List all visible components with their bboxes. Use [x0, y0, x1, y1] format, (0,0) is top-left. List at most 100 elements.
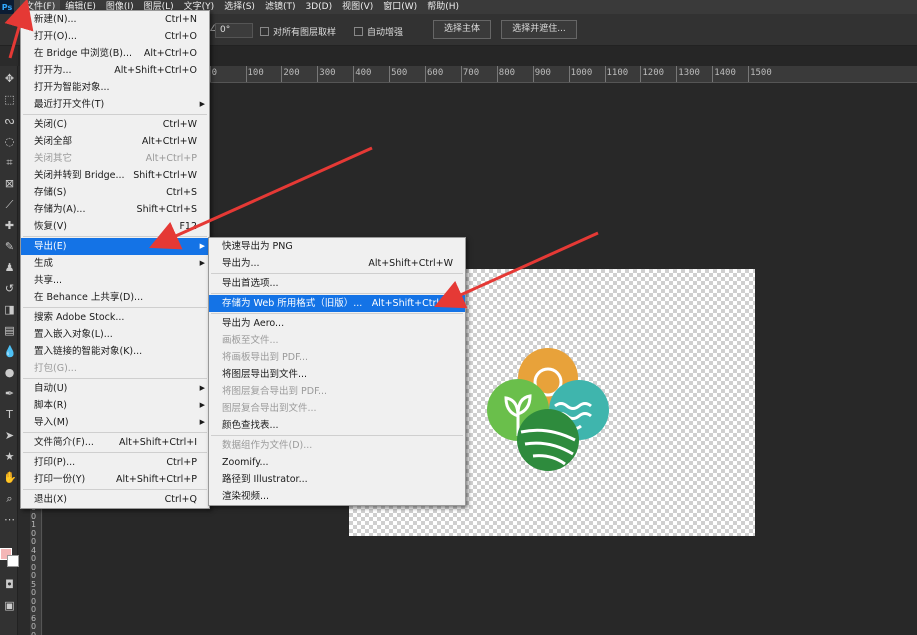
menubar-item[interactable]: 窗口(W): [378, 0, 422, 14]
file-menu-item[interactable]: 导入(M) ▶: [21, 414, 209, 431]
file-menu-item[interactable]: 打开为... Alt+Shift+Ctrl+O: [21, 62, 209, 79]
ruler-tick-label: 500: [391, 68, 408, 78]
menubar-item[interactable]: 视图(V): [337, 0, 378, 14]
export-menu-item[interactable]: 存储为 Web 所用格式（旧版）... Alt+Shift+Ctrl+S: [209, 295, 465, 312]
ruler-tick-label: 400: [355, 68, 372, 78]
blur-tool-icon[interactable]: 💧: [3, 345, 17, 358]
file-menu-item[interactable]: 置入嵌入对象(L)...: [21, 326, 209, 343]
gradient-tool-icon[interactable]: ▤: [3, 324, 16, 337]
file-menu-item[interactable]: 最近打开文件(T) ▶: [21, 96, 209, 113]
ruler-tick-line: [425, 66, 426, 82]
select-and-mask-button[interactable]: 选择并遮住...: [501, 20, 577, 39]
export-menu-item[interactable]: 路径到 Illustrator...: [209, 471, 465, 488]
sample-all-layers-checkbox[interactable]: 对所有图层取样: [260, 25, 336, 38]
menubar-item[interactable]: 滤镜(T): [260, 0, 301, 14]
checkbox-box[interactable]: [260, 27, 269, 36]
file-menu-item[interactable]: 共享...: [21, 272, 209, 289]
file-menu-item[interactable]: 自动(U) ▶: [21, 380, 209, 397]
screen-mode-icon[interactable]: ▣: [3, 599, 16, 612]
stamp-tool-icon[interactable]: ♟: [3, 261, 16, 274]
photoshop-logo-icon[interactable]: Ps: [0, 0, 14, 14]
file-menu-item[interactable]: 存储(S) Ctrl+S: [21, 184, 209, 201]
ruler-tick-line: [676, 66, 678, 82]
menu-separator: [23, 307, 207, 308]
file-menu-item[interactable]: 打印(P)... Ctrl+P: [21, 454, 209, 471]
menu-item-label: 文件简介(F)...: [34, 437, 94, 448]
file-menu-item[interactable]: 打开为智能对象...: [21, 79, 209, 96]
export-menu-item[interactable]: 导出为... Alt+Shift+Ctrl+W: [209, 255, 465, 272]
menu-item-label: 导出为 Aero...: [222, 318, 285, 329]
ruler-tick-line: [281, 66, 283, 82]
file-menu-item[interactable]: 退出(X) Ctrl+Q: [21, 491, 209, 508]
file-menu-item[interactable]: 恢复(V) F12: [21, 218, 209, 235]
background-color-swatch[interactable]: [7, 555, 19, 567]
file-menu-item[interactable]: 导出(E) ▶: [21, 238, 209, 255]
file-menu-item[interactable]: 在 Bridge 中浏览(B)... Alt+Ctrl+O: [21, 45, 209, 62]
ruler-tick-label: 1400: [714, 68, 736, 78]
type-tool-icon[interactable]: T: [3, 408, 16, 421]
menu-item-label: 将图层导出到文件...: [222, 369, 308, 380]
zoom-tool-icon[interactable]: ⌕: [3, 492, 16, 505]
menu-item-label: 将图层复合导出到 PDF...: [222, 386, 328, 397]
shape-tool-icon[interactable]: ★: [3, 450, 16, 463]
export-menu-item[interactable]: 快速导出为 PNG: [209, 238, 465, 255]
file-menu-item[interactable]: 新建(N)... Ctrl+N: [21, 11, 209, 28]
file-menu-item[interactable]: 关闭全部 Alt+Ctrl+W: [21, 133, 209, 150]
dodge-tool-icon[interactable]: ●: [3, 366, 16, 379]
file-menu-item[interactable]: 搜索 Adobe Stock...: [21, 309, 209, 326]
ruler-tick-label: 100: [247, 68, 264, 78]
auto-enhance-checkbox[interactable]: 自动增强: [354, 25, 403, 38]
more-tools-icon[interactable]: ⋯: [3, 513, 16, 526]
ruler-tick-label: 1200: [642, 68, 665, 78]
move-tool-icon[interactable]: ✥: [3, 72, 16, 85]
export-menu-item[interactable]: 颜色查找表...: [209, 417, 465, 434]
file-menu-item[interactable]: 文件简介(F)... Alt+Shift+Ctrl+I: [21, 434, 209, 451]
menubar-item[interactable]: 3D(D): [300, 0, 337, 14]
menu-item-shortcut: Shift+Ctrl+S: [136, 204, 197, 215]
menu-item-label: 路径到 Illustrator...: [222, 474, 308, 485]
menu-item-label: 脚本(R): [34, 400, 68, 411]
menu-separator: [23, 114, 207, 115]
history-brush-icon[interactable]: ↺: [3, 282, 16, 295]
file-menu-item[interactable]: 在 Behance 上共享(D)...: [21, 289, 209, 306]
crop-tool-icon[interactable]: ⌗: [3, 156, 16, 169]
file-menu-item[interactable]: 打印一份(Y) Alt+Shift+Ctrl+P: [21, 471, 209, 488]
ruler-tick-line: [496, 66, 498, 82]
menubar-item[interactable]: 帮助(H): [422, 0, 464, 14]
export-menu-item[interactable]: Zoomify...: [209, 454, 465, 471]
eraser-tool-icon[interactable]: ◨: [3, 303, 16, 316]
file-menu-item[interactable]: 关闭(C) Ctrl+W: [21, 116, 209, 133]
file-menu-item[interactable]: 生成 ▶: [21, 255, 209, 272]
menu-item-label: 自动(U): [34, 383, 68, 394]
menu-item-label: 图层复合导出到文件...: [222, 403, 317, 414]
lasso-tool-icon[interactable]: ᔓ: [3, 114, 16, 127]
sample-all-layers-label: 对所有图层取样: [273, 28, 337, 38]
file-menu-item[interactable]: 脚本(R) ▶: [21, 397, 209, 414]
menu-item-label: 存储为 Web 所用格式（旧版）...: [222, 298, 363, 309]
frame-tool-icon[interactable]: ⊠: [3, 177, 16, 190]
menubar-item[interactable]: 选择(S): [219, 0, 260, 14]
file-menu-item[interactable]: 打开(O)... Ctrl+O: [21, 28, 209, 45]
export-menu-item[interactable]: 导出为 Aero...: [209, 315, 465, 332]
eyedropper-tool-icon[interactable]: ⟋: [3, 198, 16, 211]
file-menu-item[interactable]: 关闭并转到 Bridge... Shift+Ctrl+W: [21, 167, 209, 184]
quick-mask-icon[interactable]: ◘: [3, 578, 16, 591]
path-select-icon[interactable]: ➤: [3, 429, 16, 442]
healing-brush-icon[interactable]: ✚: [3, 219, 16, 232]
select-subject-button[interactable]: 选择主体: [433, 20, 491, 39]
menu-item-label: 置入链接的智能对象(K)...: [34, 346, 143, 357]
checkbox-box[interactable]: [354, 27, 363, 36]
angle-input[interactable]: 0°: [215, 23, 253, 38]
menu-item-shortcut: Alt+Shift+Ctrl+W: [368, 258, 453, 269]
export-menu-item[interactable]: 渲染视频...: [209, 488, 465, 505]
brush-tool-icon[interactable]: ✎: [3, 240, 16, 253]
export-menu-item[interactable]: 导出首选项...: [209, 275, 465, 292]
pen-tool-icon[interactable]: ✒: [3, 387, 16, 400]
marquee-tool-icon[interactable]: ⬚: [3, 93, 16, 106]
hand-tool-icon[interactable]: ✋: [3, 471, 17, 484]
file-menu-item[interactable]: 存储为(A)... Shift+Ctrl+S: [21, 201, 209, 218]
quick-select-tool-icon[interactable]: ◌: [3, 135, 16, 148]
export-menu-item[interactable]: 将图层导出到文件...: [209, 366, 465, 383]
file-menu-item[interactable]: 置入链接的智能对象(K)...: [21, 343, 209, 360]
export-submenu: 快速导出为 PNG 导出为... Alt+Shift+Ctrl+W 导出首选项... 存…: [208, 237, 466, 506]
